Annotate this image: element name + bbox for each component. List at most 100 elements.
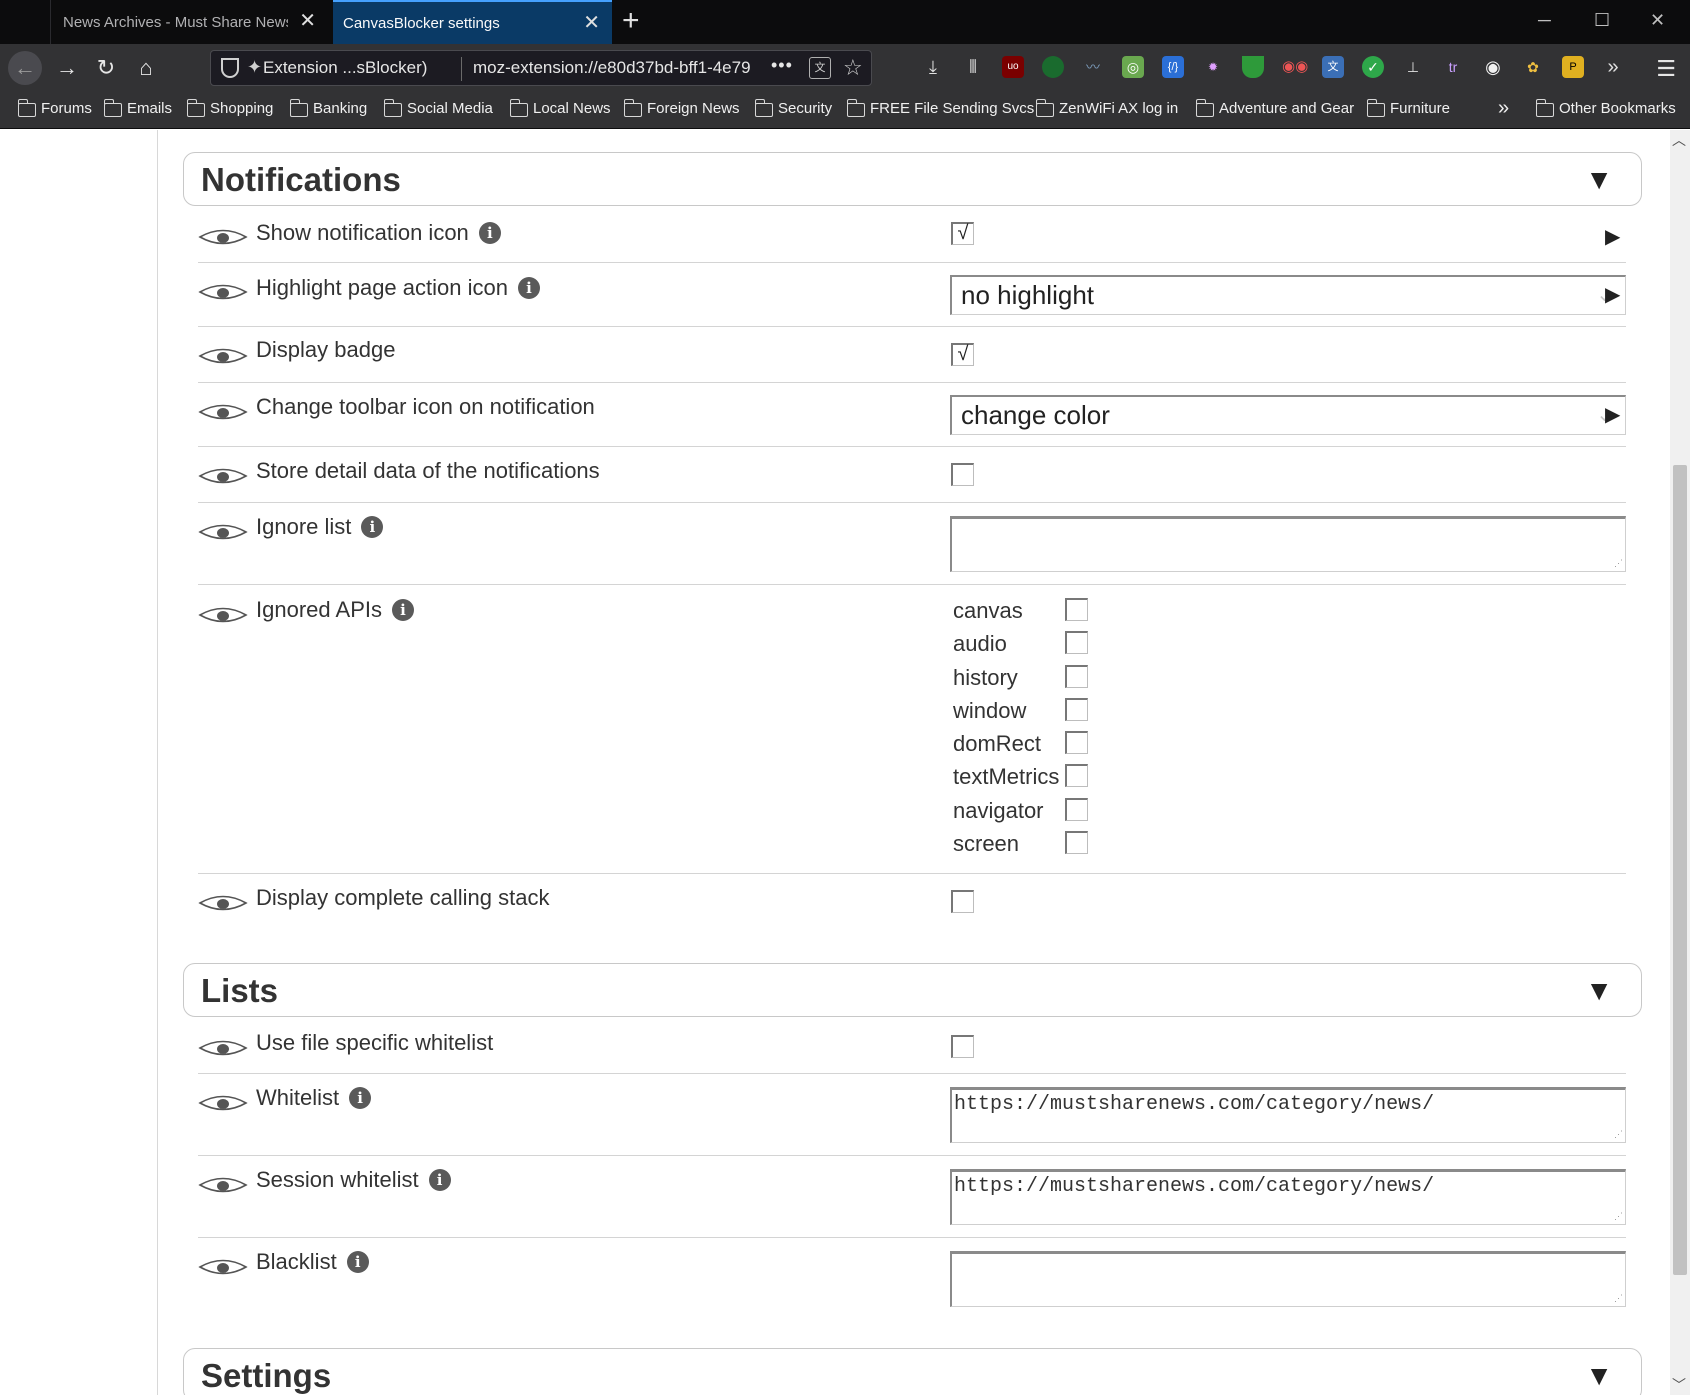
- bookmark-other[interactable]: Other Bookmarks: [1535, 98, 1676, 117]
- api-navigator-checkbox[interactable]: [1065, 797, 1088, 821]
- eye-icon[interactable]: [198, 465, 248, 487]
- eye-icon[interactable]: [198, 892, 248, 914]
- site-identity[interactable]: Extension ...sBlocker): [263, 58, 427, 78]
- bookmark-security[interactable]: Security: [754, 98, 832, 117]
- api-history-checkbox[interactable]: [1065, 664, 1088, 688]
- api-audio-checkbox[interactable]: [1065, 631, 1088, 655]
- info-icon[interactable]: i: [346, 1251, 369, 1273]
- eye-icon[interactable]: [198, 604, 248, 626]
- expand-arrow-icon[interactable]: ▶: [1605, 224, 1620, 249]
- lists-section-header[interactable]: Lists ▼: [183, 963, 1642, 1017]
- home-button[interactable]: ⌂: [129, 51, 163, 85]
- resize-grip-icon[interactable]: ⋰: [1614, 1294, 1623, 1304]
- maximize-icon[interactable]: ☐: [1594, 10, 1610, 31]
- fingerprint-icon[interactable]: ◎: [1122, 56, 1144, 78]
- resize-grip-icon[interactable]: ⋰: [1614, 1130, 1623, 1140]
- bookmark-star-icon[interactable]: ☆: [843, 55, 863, 81]
- info-icon[interactable]: i: [428, 1169, 451, 1191]
- notifications-section-header[interactable]: Notifications ▼: [183, 152, 1642, 206]
- close-window-icon[interactable]: ✕: [1650, 10, 1665, 31]
- palette-extension-icon[interactable]: ✿: [1522, 56, 1544, 78]
- info-icon[interactable]: i: [478, 222, 501, 244]
- scroll-up-icon[interactable]: ︿: [1672, 130, 1686, 150]
- check-extension-icon[interactable]: ✓: [1362, 56, 1384, 78]
- wave-extension-icon[interactable]: 〰: [1082, 56, 1104, 78]
- info-icon[interactable]: i: [361, 516, 384, 538]
- tab-news-archives[interactable]: News Archives - Must Share News - ✕: [50, 0, 328, 44]
- info-icon[interactable]: i: [349, 1087, 372, 1109]
- collapse-triangle-icon[interactable]: ▼: [1585, 1360, 1613, 1392]
- eye-icon[interactable]: [198, 345, 248, 367]
- eye-icon[interactable]: [198, 1256, 248, 1278]
- close-tab-icon[interactable]: ✕: [583, 13, 600, 33]
- bookmark-shopping[interactable]: Shopping: [186, 98, 273, 117]
- resize-grip-icon[interactable]: ⋰: [1614, 559, 1623, 569]
- ublock-icon[interactable]: uo: [1002, 56, 1024, 78]
- page-actions-icon[interactable]: •••: [771, 55, 793, 76]
- eye-icon[interactable]: [198, 1174, 248, 1196]
- api-window-checkbox[interactable]: [1065, 697, 1088, 721]
- vertical-scrollbar[interactable]: ︿ ﹀: [1670, 130, 1690, 1395]
- bookmark-zenwifi[interactable]: ZenWiFi AX log in: [1035, 98, 1178, 117]
- reload-button[interactable]: ↻: [89, 51, 123, 85]
- info-icon[interactable]: i: [517, 277, 540, 299]
- expand-arrow-icon[interactable]: ▶: [1605, 402, 1620, 427]
- display-badge-checkbox[interactable]: √: [951, 343, 974, 366]
- star-extension-icon[interactable]: ✹: [1202, 56, 1224, 78]
- bookmark-free-file-sending[interactable]: FREE File Sending Svcs: [846, 98, 1034, 117]
- bookmark-banking[interactable]: Banking: [289, 98, 367, 117]
- eye-icon[interactable]: [198, 226, 248, 248]
- hamburger-menu-icon[interactable]: ☰: [1656, 56, 1676, 82]
- show-notification-icon-checkbox[interactable]: √: [951, 222, 974, 245]
- info-icon[interactable]: i: [391, 599, 414, 621]
- ignore-list-textarea[interactable]: ⋰: [950, 516, 1626, 572]
- bookmark-furniture[interactable]: Furniture: [1366, 98, 1450, 117]
- close-tab-icon[interactable]: ✕: [299, 11, 316, 31]
- translate-icon[interactable]: 文: [809, 57, 831, 79]
- password-extension-icon[interactable]: P: [1562, 56, 1584, 78]
- toolbar-icon-select[interactable]: change color ⌄: [950, 395, 1626, 435]
- scroll-down-icon[interactable]: ﹀: [1672, 1375, 1686, 1395]
- bookmark-adventure-gear[interactable]: Adventure and Gear: [1195, 98, 1354, 117]
- reader-extension-icon[interactable]: ⊥: [1402, 56, 1424, 78]
- eye-extension-icon[interactable]: ◉: [1482, 56, 1504, 78]
- eye-icon[interactable]: [198, 1092, 248, 1114]
- expand-arrow-icon[interactable]: ▶: [1605, 282, 1620, 307]
- resize-grip-icon[interactable]: ⋰: [1614, 1212, 1623, 1222]
- green-extension-icon[interactable]: [1042, 56, 1064, 78]
- eye-icon[interactable]: [198, 1037, 248, 1059]
- whitelist-textarea[interactable]: https://mustsharenews.com/category/news/…: [950, 1087, 1626, 1143]
- eye-icon[interactable]: [198, 521, 248, 543]
- forward-button[interactable]: →: [50, 51, 84, 85]
- collapse-triangle-icon[interactable]: ▼: [1585, 975, 1613, 1007]
- bookmarks-overflow-icon[interactable]: »: [1498, 97, 1509, 120]
- tab-canvasblocker-settings[interactable]: CanvasBlocker settings ✕: [333, 0, 612, 44]
- api-textmetrics-checkbox[interactable]: [1065, 764, 1088, 788]
- api-domrect-checkbox[interactable]: [1065, 731, 1088, 755]
- bookmark-local-news[interactable]: Local News: [509, 98, 611, 117]
- code-extension-icon[interactable]: {/}: [1162, 56, 1184, 78]
- tr-extension-icon[interactable]: tr: [1442, 56, 1464, 78]
- session-whitelist-textarea[interactable]: https://mustsharenews.com/category/news/…: [950, 1169, 1626, 1225]
- bookmark-foreign-news[interactable]: Foreign News: [623, 98, 740, 117]
- eye-icon[interactable]: [198, 281, 248, 303]
- bookmark-social-media[interactable]: Social Media: [383, 98, 493, 117]
- eye-icon[interactable]: [198, 401, 248, 423]
- overflow-menu-icon[interactable]: »: [1602, 56, 1624, 78]
- highlight-select[interactable]: no highlight ⌄: [950, 275, 1626, 315]
- url-text[interactable]: moz-extension://e80d37bd-bff1-4e79: [473, 58, 773, 78]
- api-canvas-checkbox[interactable]: [1065, 598, 1088, 621]
- calling-stack-checkbox[interactable]: [951, 890, 974, 913]
- tracking-shield-icon[interactable]: [221, 58, 239, 78]
- blacklist-textarea[interactable]: ⋰: [950, 1251, 1626, 1307]
- file-specific-whitelist-checkbox[interactable]: [951, 1035, 974, 1058]
- settings-section-header[interactable]: Settings ▼: [183, 1348, 1642, 1395]
- new-tab-button[interactable]: +: [622, 6, 640, 36]
- scrollbar-thumb[interactable]: [1673, 465, 1687, 1275]
- bookmark-emails[interactable]: Emails: [103, 98, 172, 117]
- url-bar[interactable]: ✦ Extension ...sBlocker) moz-extension:/…: [210, 50, 872, 86]
- privacy-badger-icon[interactable]: ◉◉: [1282, 56, 1308, 78]
- bookmark-forums[interactable]: Forums: [17, 98, 92, 117]
- translate-extension-icon[interactable]: 文: [1322, 56, 1344, 78]
- collapse-triangle-icon[interactable]: ▼: [1585, 164, 1613, 196]
